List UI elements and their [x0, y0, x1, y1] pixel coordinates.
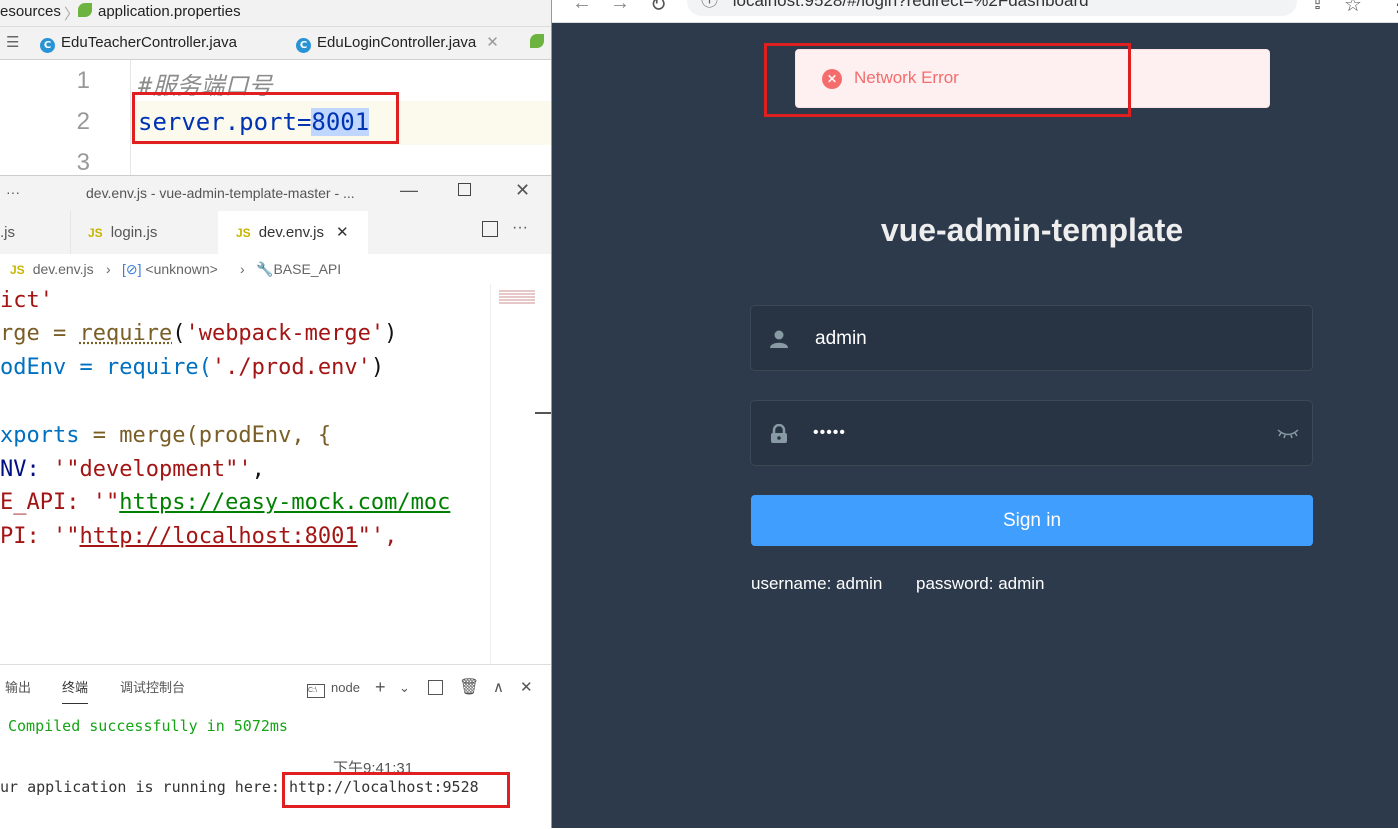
vscode-title-bar: ··· dev.env.js - vue-admin-template-mast…	[0, 176, 551, 211]
line-number: 2	[76, 108, 90, 135]
tab-debug-console[interactable]: 调试控制台	[120, 665, 185, 705]
username-input[interactable]	[813, 306, 1257, 372]
code-line: ict'	[0, 288, 53, 313]
back-icon[interactable]: ←	[572, 0, 592, 15]
editor-tab-bar: .js JS login.js JS dev.env.js ✕ ···	[0, 211, 551, 254]
annotation-box-error	[764, 43, 1131, 117]
maximize-icon[interactable]	[458, 183, 471, 196]
line-number: 1	[76, 67, 90, 94]
new-terminal-icon[interactable]: +	[375, 665, 386, 705]
bookmark-star-icon[interactable]: ☆	[1344, 0, 1362, 17]
code-line: xports = merge(prodEnv, {	[0, 423, 332, 448]
tab-application-properties[interactable]	[530, 27, 550, 59]
code-line: rge = require('webpack-merge')	[0, 321, 398, 346]
annotation-box-port	[132, 92, 399, 144]
code-line: PI: '"http://localhost:8001"',	[0, 524, 398, 549]
minimap-content	[499, 290, 535, 304]
forward-icon[interactable]: →	[610, 0, 630, 15]
annotation-box-url	[282, 772, 510, 808]
chevron-right-icon: ›	[240, 261, 245, 277]
password-input[interactable]: •••••	[813, 401, 1253, 465]
ide-tab-bar: ☰ C EduTeacherController.java C EduLoginCo…	[0, 27, 551, 60]
password-tip: password: admin	[916, 574, 1045, 593]
ide-breadcrumb: esources 〉 application.properties	[0, 0, 551, 27]
lock-icon	[771, 424, 787, 443]
split-terminal-icon[interactable]	[428, 680, 443, 695]
panel-tab-bar: 输出 终端 调试控制台 C:\ node + ⌄ 🗑 ∧ ✕	[0, 665, 551, 705]
js-file-icon: JS	[10, 263, 25, 277]
username-tip: username: admin	[751, 574, 883, 593]
line-number: 3	[76, 149, 90, 175]
eye-closed-icon[interactable]	[1277, 427, 1299, 441]
tab-dev-env-js[interactable]: JS dev.env.js ✕	[218, 211, 368, 254]
tab-index-js[interactable]: .js	[0, 211, 71, 254]
tab-edu-teacher-controller[interactable]: C EduTeacherController.java	[40, 27, 237, 59]
url-text: localhost:9528/#/login?redirect=%2Fdashb…	[732, 0, 1089, 10]
login-title: vue-admin-template	[880, 212, 1184, 248]
tab-output[interactable]: 输出	[5, 665, 31, 705]
vscode-window: ··· dev.env.js - vue-admin-template-mast…	[0, 175, 551, 829]
browser-toolbar: ← → ↻ ⓘ localhost:9528/#/login?redirect=…	[552, 0, 1398, 23]
symbol-icon: [⊘]	[122, 261, 142, 277]
signin-button[interactable]: Sign in	[751, 495, 1313, 546]
close-window-icon[interactable]: ✕	[515, 180, 530, 201]
java-class-icon: C	[40, 38, 55, 53]
browser-window: ← → ↻ ⓘ localhost:9528/#/login?redirect=…	[551, 0, 1398, 828]
chevron-up-icon[interactable]: ∧	[493, 665, 504, 705]
terminal-icon: C:\	[307, 684, 325, 698]
code-editor[interactable]: ict' rge = require('webpack-merge') odEn…	[0, 284, 490, 664]
line-gutter: 1 2 3	[30, 60, 131, 175]
spring-leaf-icon	[530, 34, 544, 48]
tab-edu-login-controller[interactable]: C EduLoginController.java ✕	[296, 27, 499, 59]
menu-dots-icon[interactable]: ···	[6, 184, 20, 200]
js-file-icon: JS	[88, 226, 103, 240]
spring-leaf-icon	[78, 3, 92, 17]
split-editor-icon[interactable]	[482, 221, 498, 237]
username-field[interactable]	[750, 305, 1313, 372]
close-icon[interactable]: ✕	[336, 224, 349, 241]
trash-icon[interactable]: 🗑	[459, 665, 479, 705]
user-icon	[770, 330, 788, 348]
scrollbar-indicator[interactable]	[535, 412, 551, 414]
tab-terminal[interactable]: 终端	[62, 665, 89, 704]
menu-icon[interactable]: ⋮	[1388, 0, 1398, 17]
chevron-down-icon[interactable]: ⌄	[399, 665, 410, 705]
wrench-icon: 🔧	[256, 261, 274, 277]
ide-editor-pane: esources 〉 application.properties ☰ C Edu…	[0, 0, 551, 175]
code-line: NV: '"development"',	[0, 457, 265, 482]
address-bar[interactable]: ⓘ localhost:9528/#/login?redirect=%2Fdas…	[687, 0, 1297, 16]
editor-breadcrumb: JS dev.env.js › [⊘] <unknown> › 🔧BASE_API	[0, 256, 551, 284]
more-actions-icon[interactable]: ···	[512, 219, 528, 237]
breadcrumb-constant[interactable]: 🔧BASE_API	[256, 261, 341, 278]
tab-bar-menu-icon[interactable]: ☰	[6, 27, 19, 59]
code-line: odEnv = require('./prod.env')	[0, 355, 385, 380]
breadcrumb-file[interactable]: JS dev.env.js	[10, 261, 94, 277]
terminal-selector[interactable]: C:\ node	[307, 665, 360, 705]
reload-icon[interactable]: ↻	[650, 0, 667, 17]
window-title: dev.env.js - vue-admin-template-master -…	[86, 185, 355, 201]
close-panel-icon[interactable]: ✕	[520, 665, 533, 705]
close-icon[interactable]: ✕	[486, 34, 499, 51]
java-class-icon: C	[296, 38, 311, 53]
chevron-right-icon: ›	[106, 261, 111, 277]
tab-login-js[interactable]: JS login.js	[88, 211, 219, 254]
minimize-icon[interactable]: —	[400, 180, 418, 201]
share-icon[interactable]: ⇪	[1310, 0, 1325, 14]
minimap[interactable]	[490, 284, 551, 664]
terminal-compiled-message: Compiled successfully in 5072ms	[8, 717, 288, 735]
site-info-icon[interactable]: ⓘ	[701, 0, 718, 10]
password-field[interactable]: •••••	[750, 400, 1313, 466]
breadcrumb-symbol[interactable]: [⊘] <unknown>	[122, 261, 218, 278]
breadcrumb-separator: 〉	[64, 6, 80, 23]
js-file-icon: JS	[236, 226, 251, 240]
breadcrumb-file[interactable]: application.properties	[78, 3, 241, 20]
breadcrumb-folder[interactable]: esources	[0, 3, 61, 20]
code-line: E_API: '"https://easy-mock.com/moc	[0, 490, 451, 515]
